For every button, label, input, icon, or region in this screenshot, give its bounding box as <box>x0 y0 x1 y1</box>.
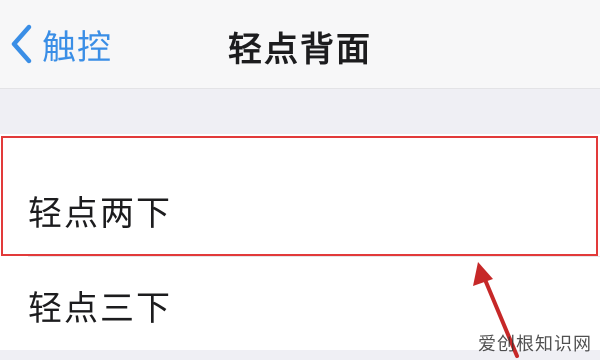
section-gap <box>0 89 600 134</box>
navigation-bar: 触控 轻点背面 <box>0 0 600 88</box>
settings-list: 轻点两下 轻点三下 <box>0 134 600 360</box>
list-item-double-tap[interactable]: 轻点两下 <box>0 164 600 256</box>
list-separator <box>28 256 600 257</box>
list-item-label: 轻点两下 <box>28 193 172 234</box>
watermark: 爱创根知识网 <box>478 334 592 355</box>
page-title: 轻点背面 <box>228 30 372 70</box>
list-item-label: 轻点三下 <box>28 288 172 329</box>
